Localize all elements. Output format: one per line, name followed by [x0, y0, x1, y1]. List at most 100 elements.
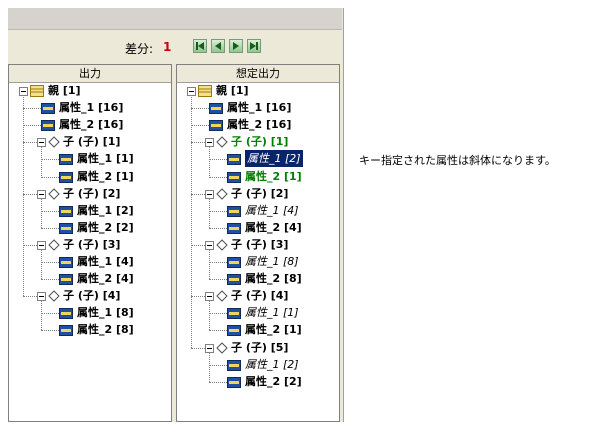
- attribute-icon: [227, 153, 241, 170]
- element-diamond-icon: [48, 290, 60, 307]
- tree-node-label: 子 (子) [2]: [63, 186, 121, 200]
- tree-node-label: 子 (子) [3]: [231, 237, 289, 251]
- element-diamond-icon: [48, 290, 60, 302]
- collapse-toggle[interactable]: [37, 292, 46, 302]
- tree-node-label: 属性_1 [2]: [77, 203, 134, 217]
- attribute-icon: [59, 205, 73, 217]
- skip-last-icon: [250, 42, 258, 50]
- attribute-icon: [59, 222, 73, 234]
- tree-node-label: 子 (子) [1]: [231, 135, 289, 149]
- attribute-icon: [227, 205, 241, 217]
- expected-column-header: 想定出力: [177, 65, 339, 83]
- element-diamond-icon: [48, 136, 60, 153]
- attribute-icon: [59, 308, 73, 320]
- tree-node-label: 属性_2 [1]: [245, 323, 302, 337]
- tree-branch-line: [191, 108, 209, 110]
- tree-branch-line: [209, 210, 227, 212]
- element-diamond-icon: [216, 239, 228, 256]
- attribute-icon: [59, 171, 73, 183]
- element-diamond-icon: [48, 187, 60, 205]
- output-tree-panel[interactable]: 出力 親 [1] 属性_1 [16] 属性_2 [16] 子 (子) [1] 属性_1 …: [8, 64, 172, 422]
- tree-guide-line: [191, 95, 192, 348]
- attribute-icon: [59, 307, 73, 324]
- tree-guide-line: [209, 351, 210, 382]
- tree-branch-line: [23, 108, 41, 110]
- element-diamond-icon: [216, 341, 228, 359]
- attribute-icon: [41, 102, 55, 119]
- tree-branch-line: [41, 313, 59, 315]
- tree-guide-line: [41, 197, 42, 228]
- collapse-toggle[interactable]: [205, 343, 214, 353]
- tree-node-label: 属性_1 [8]: [245, 255, 299, 268]
- last-diff-button[interactable]: [247, 39, 261, 53]
- collapse-toggle[interactable]: [37, 138, 46, 148]
- attribute-icon: [227, 257, 241, 268]
- next-icon: [233, 42, 239, 50]
- collapse-toggle[interactable]: [205, 292, 214, 302]
- collapse-toggle[interactable]: [205, 189, 214, 199]
- collapse-toggle[interactable]: [37, 189, 46, 199]
- tree-node-label: 属性_2 [16]: [59, 118, 124, 132]
- tree-guide-line: [209, 300, 210, 331]
- tree-branch-line: [209, 313, 227, 315]
- element-diamond-icon: [216, 239, 228, 251]
- attribute-icon: [41, 103, 55, 115]
- attribute-icon: [227, 222, 241, 234]
- tree-node-label: 属性_2 [2]: [77, 220, 134, 234]
- attribute-icon: [227, 274, 241, 286]
- tree-node-label: 属性_2 [8]: [245, 272, 302, 286]
- expected-tree-panel[interactable]: 想定出力 親 [1] 属性_1 [16] 属性_2 [16] 子 (子) [1] 属性_…: [176, 64, 340, 422]
- attribute-icon: [227, 359, 241, 371]
- first-diff-button[interactable]: [193, 39, 207, 53]
- tree-branch-line: [41, 227, 59, 229]
- folder-icon: [30, 85, 44, 97]
- collapse-toggle[interactable]: [187, 87, 196, 96]
- attribute-icon: [59, 324, 73, 341]
- element-diamond-icon: [216, 187, 228, 205]
- tree-node-label: 属性_2 [2]: [245, 374, 302, 388]
- collapse-toggle[interactable]: [37, 240, 46, 250]
- tree-node-label: 属性_1 [8]: [77, 306, 134, 320]
- attribute-icon: [209, 103, 223, 115]
- collapse-toggle[interactable]: [19, 87, 28, 96]
- attribute-icon: [227, 171, 241, 183]
- attribute-icon: [227, 376, 241, 393]
- attribute-icon: [227, 359, 241, 376]
- tree-branch-line: [41, 279, 59, 281]
- attribute-icon: [59, 153, 73, 170]
- attribute-icon: [59, 257, 73, 268]
- attribute-icon: [227, 256, 241, 273]
- attribute-icon: [59, 325, 73, 337]
- folder-icon: [30, 85, 44, 102]
- tree-branch-line: [209, 330, 227, 332]
- element-diamond-icon: [216, 187, 228, 200]
- prev-diff-button[interactable]: [211, 39, 225, 53]
- tree-node-label: 子 (子) [4]: [63, 289, 121, 303]
- tree-node-label: 属性_1 [1]: [245, 306, 299, 320]
- tree-node-label: 属性_2 [4]: [77, 272, 134, 286]
- next-diff-button[interactable]: [229, 39, 243, 53]
- collapse-toggle[interactable]: [205, 240, 214, 250]
- element-diamond-icon: [48, 187, 60, 200]
- tree-node-label: 属性_1 [4]: [245, 203, 299, 217]
- element-diamond-icon: [48, 136, 60, 149]
- tree-node-label: 属性_2 [1]: [77, 169, 134, 183]
- tree-node-label: 属性_1 [16]: [227, 101, 292, 115]
- element-diamond-icon: [48, 239, 60, 251]
- collapse-toggle[interactable]: [205, 138, 214, 148]
- tree-guide-line: [209, 146, 210, 177]
- attribute-icon: [209, 102, 223, 119]
- attribute-icon: [59, 256, 73, 273]
- tree-branch-line: [41, 210, 59, 212]
- tree-branch-line: [209, 159, 227, 161]
- element-diamond-icon: [216, 290, 228, 307]
- tree-node-label: 属性_1 [2]: [245, 150, 303, 168]
- output-column-header: 出力: [9, 65, 171, 83]
- compare-panel: 差分: 1 出力 親 [1] 属性_1 [16] 属性_2 [16] 子 (子)…: [8, 8, 344, 422]
- tree-guide-line: [41, 300, 42, 331]
- diff-label: 差分:: [125, 42, 154, 56]
- tree-guide-line: [209, 197, 210, 228]
- tree-branch-line: [209, 279, 227, 281]
- tree-node-label: 親 [1]: [48, 84, 81, 97]
- attribute-icon: [59, 205, 73, 222]
